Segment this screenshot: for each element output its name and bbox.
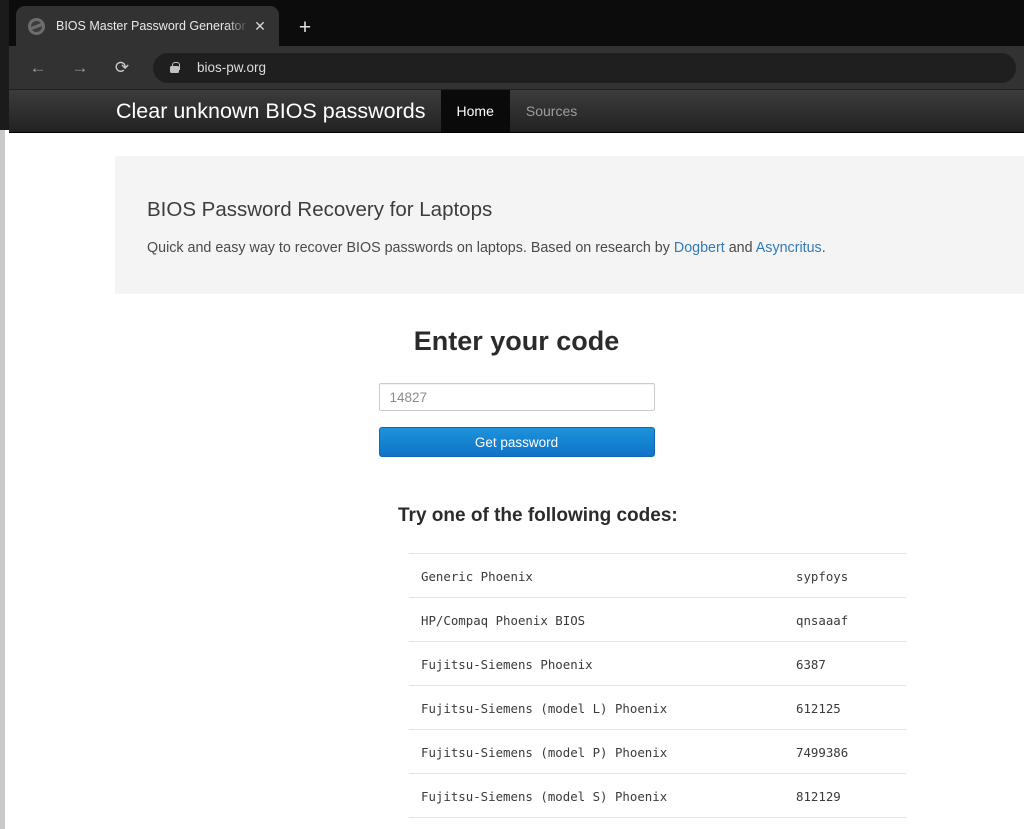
- results-table-body: Generic PhoenixsypfoysHP/Compaq Phoenix …: [409, 554, 906, 829]
- jumbotron-subtitle: Quick and easy way to recover BIOS passw…: [147, 240, 1024, 256]
- link-dogbert[interactable]: Dogbert: [674, 240, 725, 256]
- browser-toolbar: ← → ⟳ bios-pw.org: [9, 46, 1024, 90]
- get-password-button[interactable]: Get password: [379, 427, 655, 457]
- jumbotron: BIOS Password Recovery for Laptops Quick…: [115, 156, 1024, 294]
- browser-tab[interactable]: BIOS Master Password Generator ✕: [16, 6, 279, 46]
- table-row: Fujitsu-Siemens (model S) Phoenix812129: [409, 774, 906, 818]
- results-section: Try one of the following codes: Generic …: [9, 505, 1024, 829]
- jumbotron-text-before: Quick and easy way to recover BIOS passw…: [147, 240, 674, 256]
- table-row: Fujitsu-Siemens (model P) Phoenix7499386: [409, 730, 906, 774]
- address-bar-url: bios-pw.org: [197, 60, 266, 75]
- code-cell: 14747: [796, 818, 906, 829]
- code-cell: 812129: [796, 774, 906, 818]
- tab-title: BIOS Master Password Generator: [56, 19, 249, 33]
- globe-icon: [28, 18, 45, 35]
- jumbotron-title: BIOS Password Recovery for Laptops: [147, 198, 1024, 222]
- code-cell: qnsaaaf: [796, 598, 906, 642]
- arrow-left-icon[interactable]: ←: [22, 52, 54, 84]
- vendor-cell: Fujitsu-Siemens (model X) Phoenix: [409, 818, 796, 829]
- close-icon[interactable]: ✕: [249, 15, 271, 37]
- table-row: Fujitsu-Siemens (model L) Phoenix612125: [409, 686, 906, 730]
- arrow-right-icon[interactable]: →: [64, 52, 96, 84]
- address-bar[interactable]: bios-pw.org: [153, 53, 1016, 83]
- code-input[interactable]: [379, 383, 655, 411]
- code-cell: 7499386: [796, 730, 906, 774]
- vendor-cell: Fujitsu-Siemens Phoenix: [409, 642, 796, 686]
- nav-item-home[interactable]: Home: [441, 90, 510, 132]
- code-cell: 6387: [796, 642, 906, 686]
- vendor-cell: Fujitsu-Siemens (model S) Phoenix: [409, 774, 796, 818]
- results-heading: Try one of the following codes:: [9, 505, 1024, 527]
- table-row: HP/Compaq Phoenix BIOSqnsaaaf: [409, 598, 906, 642]
- page-viewport: Clear unknown BIOS passwords Home Source…: [9, 90, 1024, 829]
- table-row: Fujitsu-Siemens Phoenix6387: [409, 642, 906, 686]
- site-brand[interactable]: Clear unknown BIOS passwords: [116, 90, 441, 132]
- code-cell: sypfoys: [796, 554, 906, 598]
- tab-strip: BIOS Master Password Generator ✕ +: [9, 0, 1024, 46]
- browser-window: BIOS Master Password Generator ✕ + ← → ⟳…: [9, 0, 1024, 829]
- vendor-cell: Generic Phoenix: [409, 554, 796, 598]
- lock-icon: [167, 60, 182, 75]
- reload-icon[interactable]: ⟳: [106, 52, 138, 84]
- jumbotron-text-middle: and: [725, 240, 756, 256]
- new-tab-button[interactable]: +: [290, 12, 320, 42]
- table-row: Fujitsu-Siemens (model X) Phoenix14747: [409, 818, 906, 829]
- table-row: Generic Phoenixsypfoys: [409, 554, 906, 598]
- vendor-cell: HP/Compaq Phoenix BIOS: [409, 598, 796, 642]
- jumbotron-text-after: .: [822, 240, 826, 256]
- nav-item-sources[interactable]: Sources: [510, 90, 593, 132]
- code-form-section: Enter your code Get password: [9, 326, 1024, 457]
- vendor-cell: Fujitsu-Siemens (model P) Phoenix: [409, 730, 796, 774]
- vendor-cell: Fujitsu-Siemens (model L) Phoenix: [409, 686, 796, 730]
- background-window-strip: [0, 0, 9, 829]
- site-navbar: Clear unknown BIOS passwords Home Source…: [9, 90, 1024, 133]
- link-asyncritus[interactable]: Asyncritus: [756, 240, 822, 256]
- form-heading: Enter your code: [9, 326, 1024, 357]
- code-cell: 612125: [796, 686, 906, 730]
- results-table: Generic PhoenixsypfoysHP/Compaq Phoenix …: [409, 553, 906, 829]
